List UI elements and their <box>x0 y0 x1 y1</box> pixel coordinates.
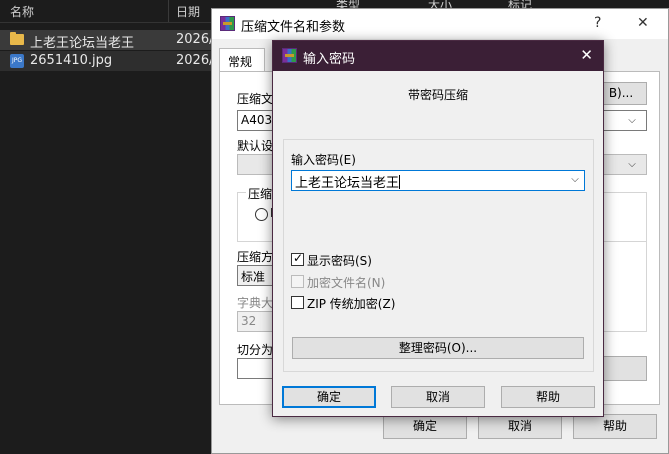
winrar-icon <box>220 16 235 31</box>
show-password-checkbox[interactable]: ✓ <box>291 251 304 266</box>
split-label: 切分为 <box>237 343 274 357</box>
organize-passwords-button[interactable]: 整理密码(O)... <box>292 337 584 359</box>
winrar-icon <box>282 48 297 63</box>
help-icon[interactable]: ? <box>594 15 601 31</box>
checkmark-icon: ✓ <box>293 251 304 265</box>
column-separator[interactable] <box>168 0 169 22</box>
password-label: 输入密码(E) <box>291 153 356 167</box>
dict-label: 字典大 <box>237 296 274 310</box>
archive-cancel-button[interactable]: 取消 <box>478 414 562 439</box>
text-cursor <box>399 175 401 189</box>
file-row[interactable]: JPG 2651410.jpg 2026/( <box>0 51 219 71</box>
password-help-button[interactable]: 帮助 <box>501 386 595 408</box>
password-dialog-titlebar[interactable]: 输入密码 ✕ <box>273 41 603 71</box>
archive-help-button[interactable]: 帮助 <box>573 414 657 439</box>
jpg-file-icon: JPG <box>10 54 24 68</box>
show-password-label[interactable]: 显示密码(S) <box>307 252 372 269</box>
column-name[interactable]: 名称 <box>10 3 34 20</box>
chevron-down-icon[interactable]: ⌵ <box>625 158 639 172</box>
tab-general[interactable]: 常规 <box>219 48 265 72</box>
zip-legacy-checkbox[interactable] <box>291 296 304 309</box>
folder-icon <box>10 32 24 45</box>
password-value: 上老王论坛当老王 <box>295 176 400 191</box>
password-dialog-title: 输入密码 <box>303 52 356 67</box>
archive-ok-button[interactable]: 确定 <box>383 414 467 439</box>
tab-general-label: 常规 <box>228 55 253 69</box>
column-date[interactable]: 日期 <box>176 3 200 20</box>
archive-name-label: 压缩文 <box>237 92 274 106</box>
save-profile-button[interactable] <box>600 356 647 381</box>
password-input[interactable]: 上老王论坛当老王 <box>291 170 585 191</box>
chevron-down-icon[interactable]: ⌵ <box>625 114 639 128</box>
zip-legacy-label[interactable]: ZIP 传统加密(Z) <box>307 295 395 312</box>
encrypt-filenames-label: 加密文件名(N) <box>307 276 386 290</box>
method-label: 压缩方 <box>237 250 274 264</box>
chevron-down-icon[interactable]: ⌵ <box>568 173 582 187</box>
format-radio[interactable] <box>255 208 268 221</box>
file-name: 2651410.jpg <box>30 53 113 68</box>
password-ok-button[interactable]: 确定 <box>282 386 376 408</box>
encrypt-filenames-checkbox[interactable] <box>291 275 304 288</box>
default-profile-label: 默认设 <box>237 139 274 153</box>
file-name: 上老王论坛当老王 <box>30 36 135 51</box>
password-dialog-subtitle: 带密码压缩 <box>407 88 468 102</box>
password-cancel-button[interactable]: 取消 <box>391 386 485 408</box>
close-icon[interactable]: ✕ <box>580 46 593 64</box>
enter-password-dialog: 输入密码 ✕ 带密码压缩 输入密码(E) 上老王论坛当老王 ⌵ ✓ 显示密码(S… <box>272 40 604 417</box>
archive-dialog-title: 压缩文件名和参数 <box>241 20 346 35</box>
file-date: 2026/ <box>176 32 214 47</box>
file-row[interactable]: 上老王论坛当老王 2026/ <box>0 30 215 51</box>
close-icon[interactable]: ✕ <box>637 15 649 31</box>
archive-dialog-titlebar[interactable]: 压缩文件名和参数 ? ✕ <box>212 9 668 39</box>
